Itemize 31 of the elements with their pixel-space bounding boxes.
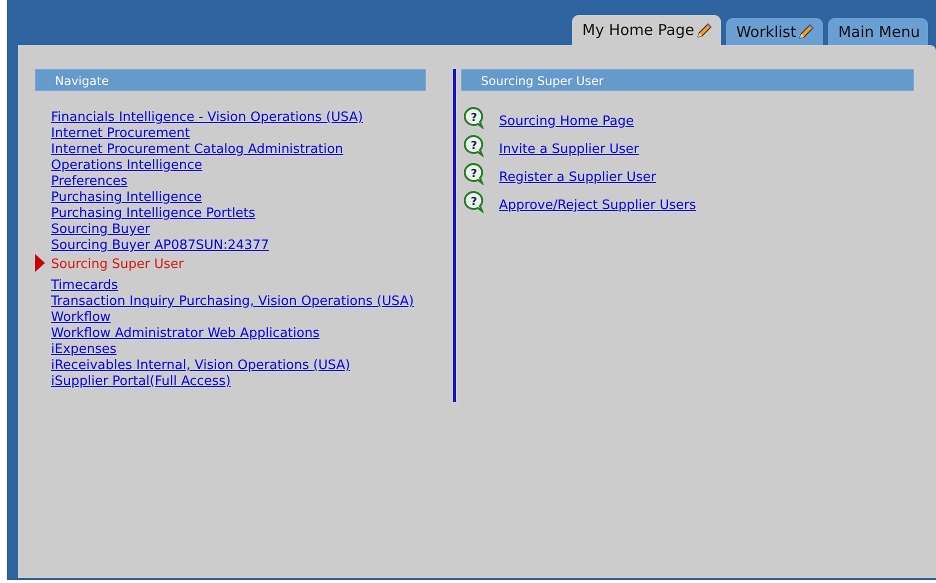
navigation-link[interactable]: Internet Procurement	[51, 126, 190, 142]
navigation-link[interactable]: iSupplier Portal(Full Access)	[51, 374, 231, 390]
help-icon: ?	[464, 191, 484, 213]
navigation-link[interactable]: Purchasing Intelligence Portlets	[51, 206, 256, 222]
navigation-link[interactable]: Transaction Inquiry Purchasing, Vision Operations (USA)	[51, 294, 414, 310]
function-link[interactable]: Register a Supplier User	[499, 170, 656, 186]
section-header: Sourcing Super User	[461, 69, 914, 91]
navigation-link[interactable]: iReceivables Internal, Vision Operations (USA)	[51, 358, 350, 374]
help-icon: ?	[464, 135, 484, 157]
navigation-link[interactable]: Workflow	[51, 310, 111, 326]
selection-arrow-icon	[35, 254, 45, 272]
navigation-link[interactable]: Sourcing Buyer	[51, 222, 150, 238]
help-icon: ?	[464, 107, 484, 129]
navigation-link[interactable]: iExpenses	[51, 342, 117, 358]
tab[interactable]: My Home Page	[572, 15, 722, 45]
navigation-link[interactable]: Sourcing Super User	[51, 257, 184, 273]
navigation-link[interactable]: Sourcing Buyer AP087SUN:24377	[51, 238, 269, 254]
function-link[interactable]: Approve/Reject Supplier Users	[499, 198, 696, 214]
navigation-link[interactable]: Internet Procurement Catalog Administration	[51, 142, 344, 158]
navigation-link[interactable]: Financials Intelligence - Vision Operations (USA)	[51, 110, 363, 126]
navigation-link[interactable]: Purchasing Intelligence	[51, 190, 202, 206]
navigation-link[interactable]: Workflow Administrator Web Applications	[51, 326, 320, 342]
tab[interactable]: Main Menu	[828, 18, 928, 45]
tab[interactable]: Worklist	[726, 18, 824, 45]
navigation-link[interactable]: Timecards	[51, 278, 118, 294]
section-header: Navigate	[35, 69, 426, 91]
help-icon: ?	[464, 163, 484, 185]
function-link[interactable]: Invite a Supplier User	[499, 142, 640, 158]
navigation-link[interactable]: Operations Intelligence	[51, 158, 202, 174]
navigation-link[interactable]: Preferences	[51, 174, 128, 190]
function-link[interactable]: Sourcing Home Page	[499, 114, 634, 130]
